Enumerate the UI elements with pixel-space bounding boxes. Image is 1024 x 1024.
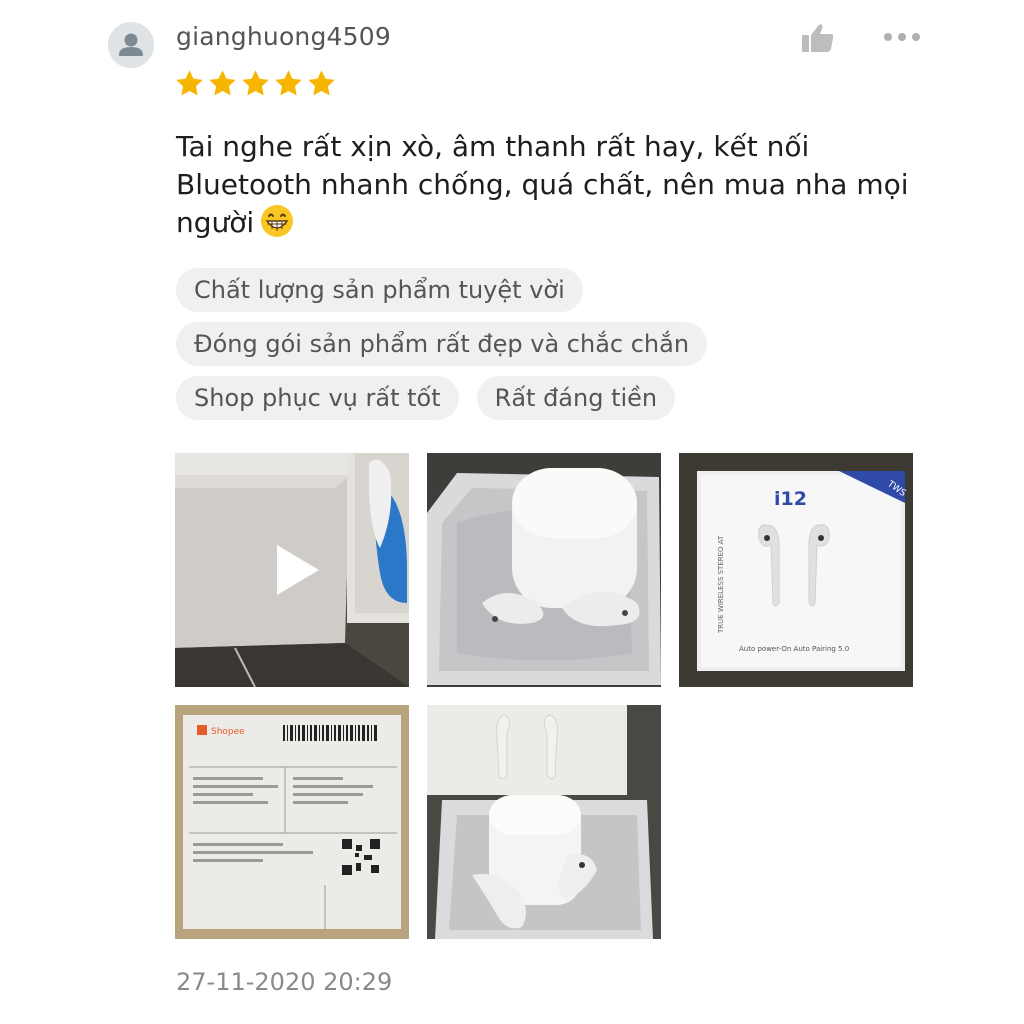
like-button[interactable]	[800, 20, 836, 56]
username[interactable]: gianghuong4509	[176, 22, 391, 51]
earbuds-in-tray-photo	[427, 705, 661, 939]
review-photo[interactable]: TWS i12 TRUE WIRELESS STEREO AT Auto pow…	[679, 453, 913, 687]
tag-chip: Rất đáng tiền	[476, 376, 676, 420]
user-icon	[108, 22, 154, 68]
tag-chip: Chất lượng sản phẩm tuyệt vời	[176, 268, 583, 312]
shopee-logo-text: Shopee	[211, 727, 245, 737]
box-side-text: TRUE WIRELESS STEREO AT	[717, 535, 725, 634]
tag-chip: Shop phục vụ rất tốt	[176, 376, 459, 420]
star-icon	[275, 70, 302, 96]
review-photo[interactable]: Shopee	[175, 705, 409, 939]
earbuds-case-photo	[427, 453, 661, 687]
video-thumbnail[interactable]	[175, 453, 409, 687]
star-icon	[242, 70, 269, 96]
shipping-label-photo: Shopee	[175, 705, 409, 939]
avatar[interactable]	[108, 22, 154, 68]
star-icon	[209, 70, 236, 96]
more-options-button[interactable]	[882, 24, 922, 50]
star-rating	[174, 68, 337, 99]
box-model-label: i12	[774, 488, 807, 510]
star-icon	[176, 70, 203, 96]
review-timestamp: 27-11-2020 20:29	[176, 968, 393, 996]
review-text: Tai nghe rất xịn xò, âm thanh rất hay, k…	[176, 128, 916, 242]
more-dots-icon	[884, 33, 920, 41]
review-photo[interactable]	[427, 705, 661, 939]
play-icon	[277, 545, 319, 595]
review-tags: Chất lượng sản phẩm tuyệt vời Đóng gói s…	[176, 268, 936, 430]
thumbs-up-icon	[802, 24, 834, 52]
grinning-face-icon	[261, 205, 294, 237]
tag-chip: Đóng gói sản phẩm rất đẹp và chắc chắn	[176, 322, 708, 366]
product-box-photo: TWS i12 TRUE WIRELESS STEREO AT Auto pow…	[679, 453, 913, 687]
star-icon	[308, 70, 335, 96]
review-photo[interactable]	[427, 453, 661, 687]
box-caption: Auto power-On Auto Pairing 5.0	[739, 645, 849, 653]
